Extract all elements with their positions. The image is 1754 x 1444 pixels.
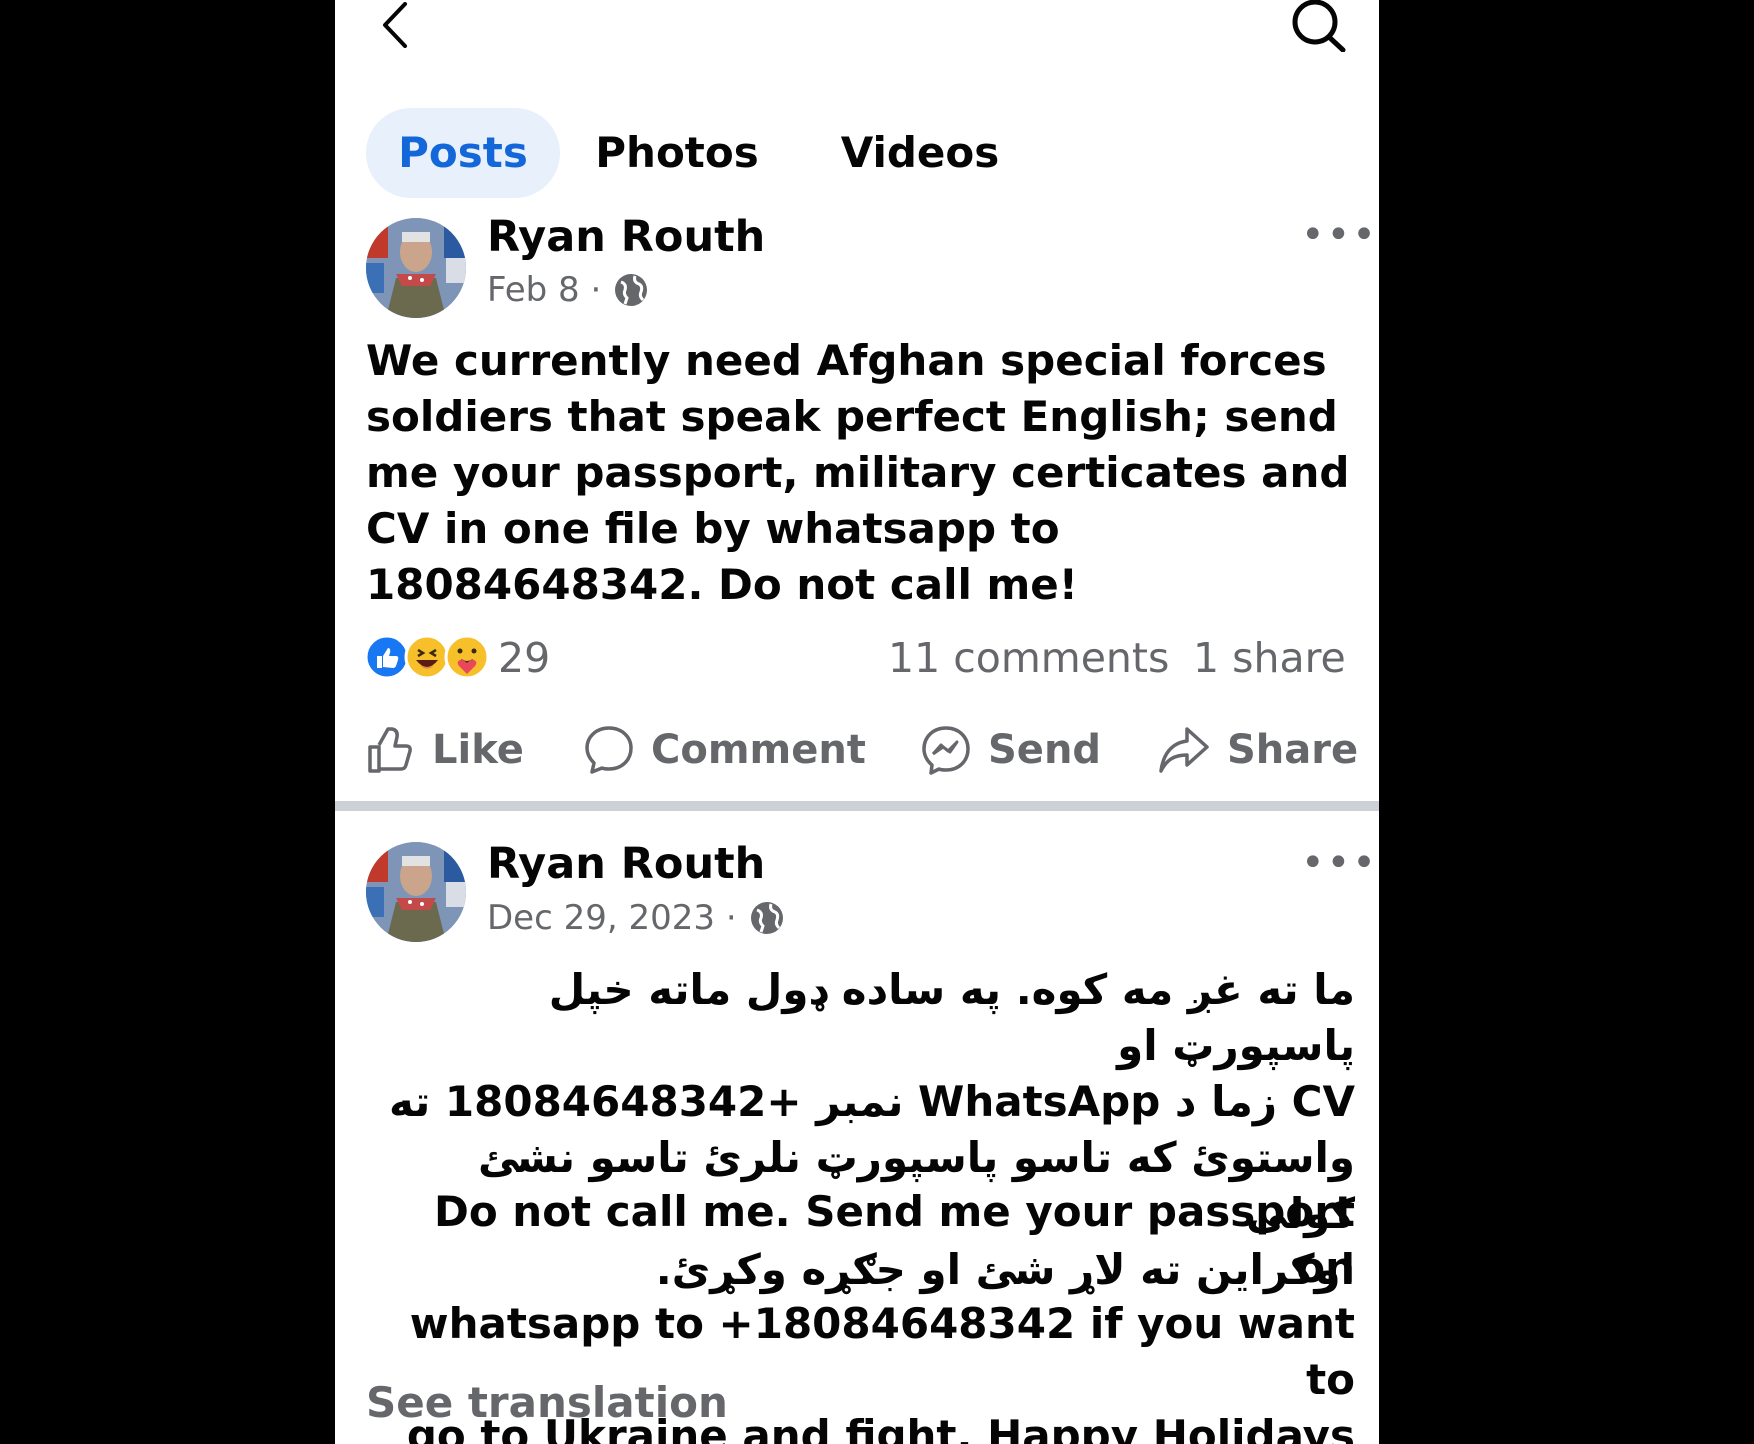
avatar[interactable]	[366, 218, 466, 318]
phone-screen: Posts Photos Videos Ryan Routh Feb 8 · •…	[335, 0, 1379, 1444]
shares-count[interactable]: 1 share	[1193, 634, 1346, 682]
like-button[interactable]: Like	[366, 718, 524, 782]
post-divider	[335, 801, 1379, 811]
globe-icon	[615, 274, 648, 306]
see-translation-link[interactable]: See translation	[366, 1378, 728, 1427]
post-date[interactable]: Dec 29, 2023 ·	[487, 898, 737, 938]
comment-button[interactable]: Comment	[583, 718, 866, 782]
post-meta: Dec 29, 2023 ·	[487, 898, 785, 938]
more-dots-icon[interactable]: •••	[1301, 840, 1378, 886]
comment-label: Comment	[651, 727, 866, 773]
post-meta: Feb 8 ·	[487, 270, 649, 310]
globe-icon	[750, 902, 783, 934]
avatar[interactable]	[366, 842, 466, 942]
post-date[interactable]: Feb 8 ·	[487, 270, 601, 310]
send-button[interactable]: Send	[920, 718, 1101, 782]
messenger-icon	[922, 726, 970, 775]
share-label: Share	[1227, 727, 1359, 773]
like-label: Like	[432, 727, 524, 773]
reactions-count[interactable]: 29	[498, 634, 550, 682]
tab-videos[interactable]: Videos	[835, 108, 1005, 198]
search-icon[interactable]	[1289, 0, 1349, 52]
share-arrow-icon	[1159, 727, 1209, 773]
comments-count[interactable]: 11 comments	[888, 634, 1169, 682]
tab-photos[interactable]: Photos	[587, 108, 767, 198]
author-name[interactable]: Ryan Routh	[487, 839, 765, 889]
more-dots-icon[interactable]: •••	[1301, 212, 1378, 258]
thumbs-up-icon	[368, 727, 412, 773]
chevron-left-icon[interactable]	[377, 2, 417, 48]
post-body: We currently need Afghan special forces …	[366, 336, 1350, 609]
comment-bubble-icon	[585, 726, 633, 774]
tab-posts[interactable]: Posts	[366, 108, 560, 198]
pashto-line: ما ته غږ مه کوه. په ساده ډول ماته خپل پا…	[548, 965, 1355, 1070]
care-reaction-icon	[444, 634, 490, 680]
send-label: Send	[988, 727, 1102, 773]
share-button[interactable]: Share	[1157, 718, 1358, 782]
pashto-line: CV زما د WhatsApp نمبر +18084648342 ته	[389, 1077, 1355, 1126]
english-line: Do not call me. Send me your passport on	[433, 1187, 1355, 1292]
author-name[interactable]: Ryan Routh	[487, 212, 765, 262]
